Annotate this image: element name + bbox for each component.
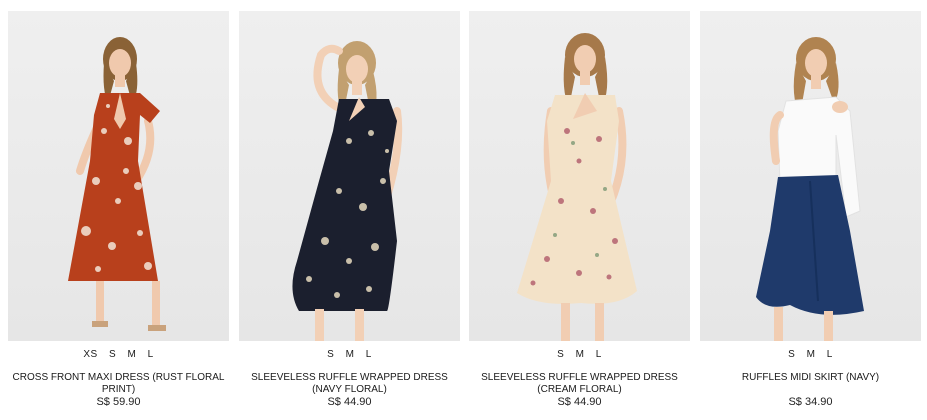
size-s[interactable]: S	[109, 349, 116, 360]
product-image[interactable]	[239, 11, 460, 341]
size-s[interactable]: S	[557, 349, 564, 360]
size-l[interactable]: L	[827, 349, 833, 360]
product-image[interactable]	[469, 11, 690, 341]
size-m[interactable]: M	[807, 349, 816, 360]
size-s[interactable]: S	[788, 349, 795, 360]
size-m[interactable]: M	[127, 349, 136, 360]
size-xs[interactable]: XS	[83, 349, 97, 360]
size-l[interactable]: L	[148, 349, 154, 360]
product-image[interactable]	[8, 11, 229, 341]
product-price: S$ 44.90	[557, 396, 602, 408]
size-options: S M L	[700, 349, 921, 363]
size-l[interactable]: L	[366, 349, 372, 360]
product-card[interactable]: S M L SLEEVELESS RUFFLE WRAPPED DRESS (N…	[239, 11, 460, 408]
size-options: S M L	[239, 349, 460, 363]
product-name[interactable]: SLEEVELESS RUFFLE WRAPPED DRESS (NAVY FL…	[239, 372, 460, 396]
product-price: S$ 44.90	[327, 396, 372, 408]
product-card[interactable]: S M L SLEEVELESS RUFFLE WRAPPED DRESS (C…	[469, 11, 690, 408]
product-price: S$ 59.90	[96, 396, 141, 408]
size-l[interactable]: L	[596, 349, 602, 360]
size-options: S M L	[469, 349, 690, 363]
product-name[interactable]: CROSS FRONT MAXI DRESS (RUST FLORAL PRIN…	[8, 372, 229, 396]
size-options: XS S M L	[8, 349, 229, 363]
size-m[interactable]: M	[346, 349, 355, 360]
product-card[interactable]: XS S M L CROSS FRONT MAXI DRESS (RUST FL…	[8, 11, 229, 408]
product-card[interactable]: S M L RUFFLES MIDI SKIRT (NAVY) S$ 34.90	[700, 11, 921, 408]
product-image[interactable]	[700, 11, 921, 341]
product-name[interactable]: SLEEVELESS RUFFLE WRAPPED DRESS (CREAM F…	[469, 372, 690, 396]
size-m[interactable]: M	[576, 349, 585, 360]
size-s[interactable]: S	[327, 349, 334, 360]
product-name[interactable]: RUFFLES MIDI SKIRT (NAVY)	[700, 372, 921, 396]
product-price: S$ 34.90	[788, 396, 833, 408]
product-grid: XS S M L CROSS FRONT MAXI DRESS (RUST FL…	[0, 0, 927, 420]
